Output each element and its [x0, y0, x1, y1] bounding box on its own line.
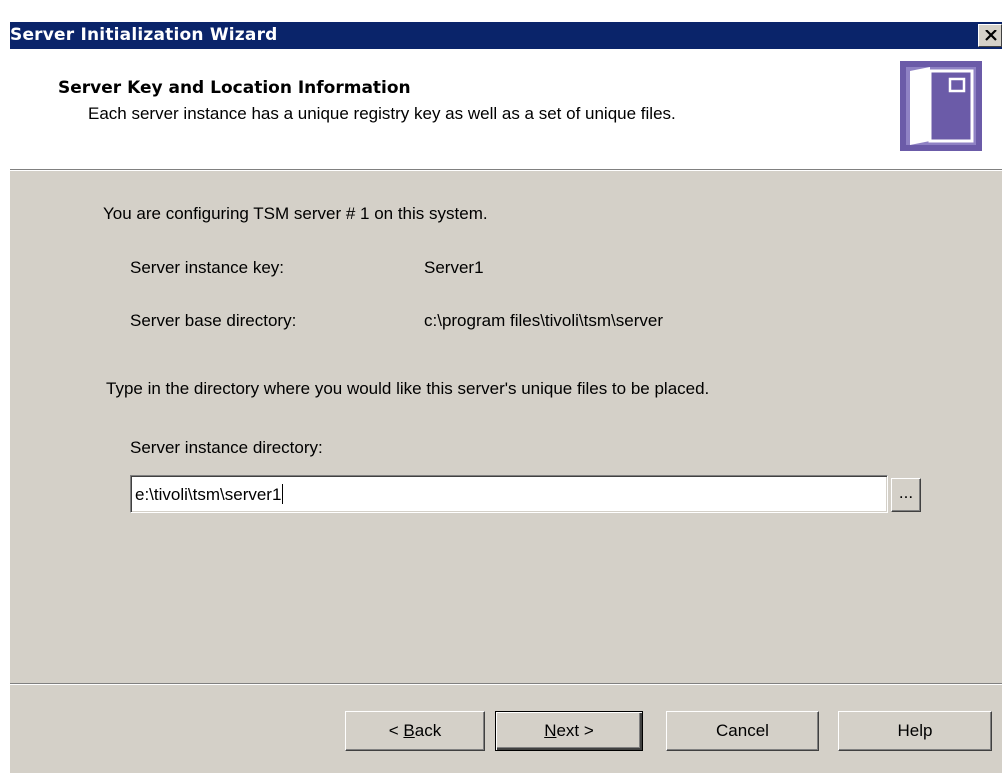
instruction-text: Type in the directory where you would li… — [106, 379, 710, 398]
back-label: ack — [414, 721, 442, 740]
instance-key-label: Server instance key: — [130, 258, 285, 277]
server-window-icon — [900, 61, 982, 151]
back-prefix: < — [388, 721, 404, 740]
help-button[interactable]: Help — [838, 711, 992, 751]
page-title: Server Key and Location Information — [58, 78, 411, 98]
back-mnemonic: B — [403, 721, 415, 740]
next-mnemonic: N — [544, 721, 557, 740]
cancel-button[interactable]: Cancel — [666, 711, 819, 751]
page-subtitle: Each server instance has a unique regist… — [88, 104, 676, 123]
next-label: ext > — [556, 721, 594, 740]
instance-directory-value: e:\tivoli\tsm\server1 — [135, 485, 282, 504]
window-title: Server Initialization Wizard — [10, 25, 278, 45]
close-icon — [985, 30, 997, 41]
instance-directory-input[interactable]: e:\tivoli\tsm\server1 — [130, 475, 888, 513]
instance-key-value: Server1 — [424, 258, 484, 277]
base-directory-value: c:\program files\tivoli\tsm\server — [424, 311, 663, 330]
next-button[interactable]: Next > — [495, 711, 643, 751]
close-button[interactable] — [978, 24, 1002, 47]
wizard-header: Server Key and Location Information Each… — [10, 49, 1002, 169]
text-caret — [282, 484, 284, 504]
title-bar: Server Initialization Wizard — [10, 22, 1002, 49]
footer-divider-highlight — [10, 684, 1002, 685]
instance-directory-label: Server instance directory: — [130, 438, 323, 457]
back-button[interactable]: < Back — [345, 711, 485, 751]
browse-button[interactable]: ... — [891, 478, 921, 512]
intro-text: You are configuring TSM server # 1 on th… — [103, 204, 488, 223]
base-directory-label: Server base directory: — [130, 311, 297, 330]
